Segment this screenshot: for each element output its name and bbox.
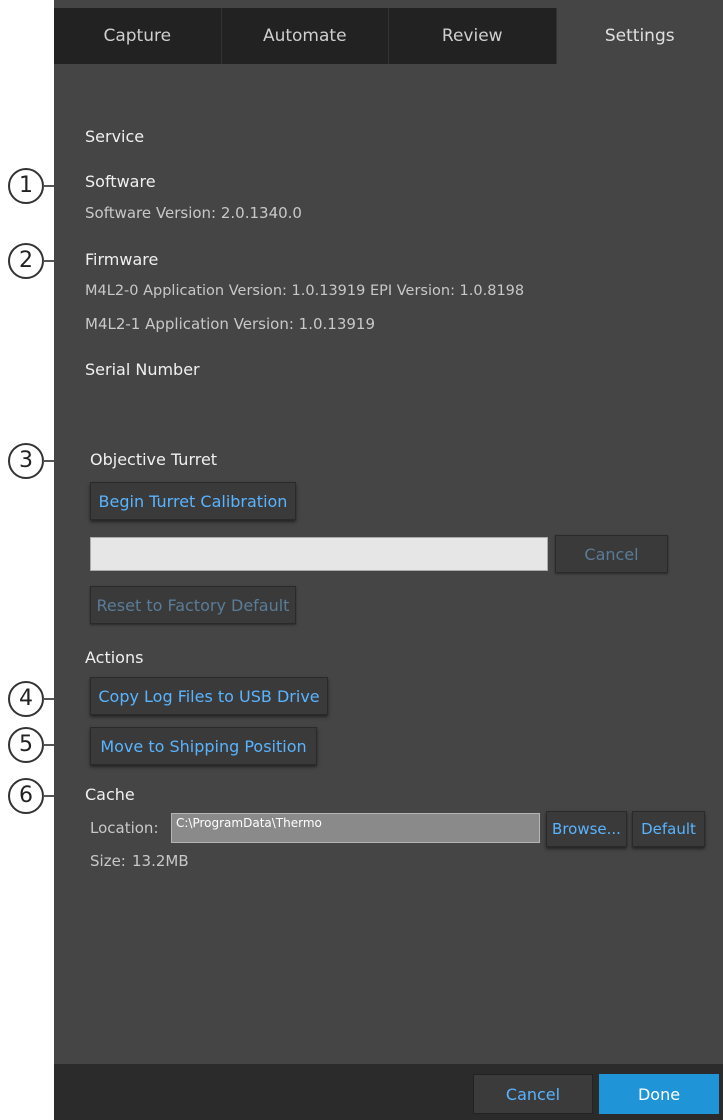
screen: 1 2 3 4 5 6 Capture Automate Review Sett… — [0, 0, 723, 1120]
footer-bar: Cancel Done — [54, 1064, 723, 1120]
calibration-progress-bar — [90, 537, 548, 571]
settings-panel: Capture Automate Review Settings Service… — [54, 0, 723, 1120]
actions-heading: Actions — [85, 648, 144, 667]
callout-5-number: 5 — [8, 727, 44, 763]
tab-settings[interactable]: Settings — [556, 8, 723, 64]
callout-3-number: 3 — [8, 443, 44, 479]
objective-turret-heading: Objective Turret — [90, 450, 218, 469]
cache-size-value: 13.2MB — [132, 852, 189, 870]
begin-turret-calibration-button[interactable]: Begin Turret Calibration — [90, 482, 296, 520]
software-version: Software Version: 2.0.1340.0 — [85, 204, 302, 222]
callout-4-number: 4 — [8, 681, 44, 717]
callout-1-number: 1 — [8, 168, 44, 204]
browse-button[interactable]: Browse... — [546, 811, 627, 847]
tab-review[interactable]: Review — [389, 8, 557, 64]
default-button[interactable]: Default — [632, 811, 705, 847]
software-label: Software — [85, 172, 156, 191]
tab-bar: Capture Automate Review Settings — [54, 8, 723, 64]
move-to-shipping-position-button[interactable]: Move to Shipping Position — [90, 727, 317, 765]
reset-to-factory-default-button[interactable]: Reset to Factory Default — [90, 586, 296, 624]
tab-automate[interactable]: Automate — [222, 8, 389, 64]
calibration-cancel-button[interactable]: Cancel — [555, 535, 668, 573]
cache-location-field[interactable]: C:\ProgramData\Thermo — [171, 813, 540, 843]
done-button[interactable]: Done — [599, 1074, 719, 1114]
cache-location-label: Location: — [90, 819, 159, 837]
cache-heading: Cache — [85, 785, 135, 804]
firmware-line-1: M4L2-0 Application Version: 1.0.13919 EP… — [85, 283, 525, 299]
copy-log-files-button[interactable]: Copy Log Files to USB Drive — [90, 677, 328, 715]
callout-6-number: 6 — [8, 778, 44, 814]
tab-capture[interactable]: Capture — [54, 8, 222, 64]
service-heading: Service — [85, 127, 145, 146]
footer-cancel-button[interactable]: Cancel — [473, 1074, 593, 1114]
cache-size-label: Size: — [90, 852, 126, 870]
serial-number-label: Serial Number — [85, 360, 200, 379]
firmware-label: Firmware — [85, 250, 159, 269]
callout-2-number: 2 — [8, 243, 44, 279]
firmware-line-2: M4L2-1 Application Version: 1.0.13919 — [85, 315, 376, 333]
